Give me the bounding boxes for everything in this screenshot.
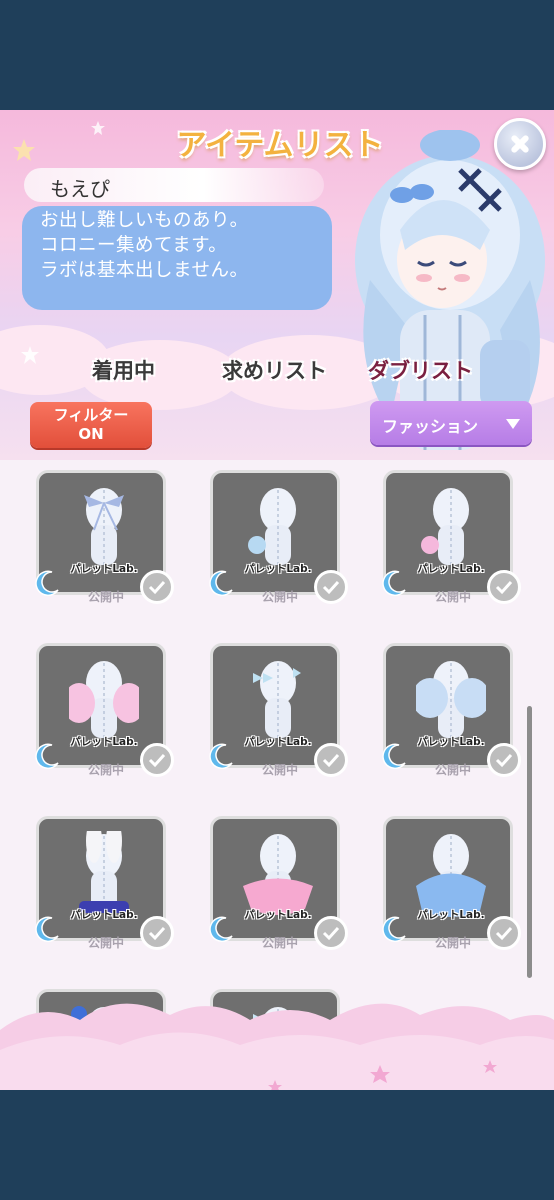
moon-icon <box>35 570 59 597</box>
tab-wish-list[interactable]: 求めリスト <box>222 355 327 391</box>
check-icon[interactable] <box>487 743 521 777</box>
filter-label: フィルター <box>53 406 129 424</box>
item-card[interactable]: パレットLab. 公開中 <box>35 643 174 777</box>
item-brand: パレットLab. <box>417 563 485 575</box>
tab-duplicate-list[interactable]: ダブリスト <box>368 355 473 391</box>
item-brand: パレットLab. <box>244 909 312 921</box>
check-icon[interactable] <box>140 916 174 950</box>
item-card[interactable]: パレットLab. 公開中 <box>35 816 174 950</box>
check-icon[interactable] <box>314 570 348 604</box>
item-status: 公開中 <box>262 763 299 777</box>
moon-icon <box>209 570 233 597</box>
filter-button[interactable]: フィルター ON <box>30 402 152 448</box>
item-status: 公開中 <box>262 936 299 950</box>
check-icon[interactable] <box>140 743 174 777</box>
item-brand: パレットLab. <box>244 563 312 575</box>
item-status: 公開中 <box>435 590 472 604</box>
moon-icon <box>209 916 233 943</box>
item-card[interactable]: パレットLab. 公開中 <box>209 643 348 777</box>
moon-icon <box>209 743 233 770</box>
user-name: もえぴ <box>50 177 110 201</box>
moon-icon <box>382 743 406 770</box>
profile-message: お出し難しいものあり。 コロニー集めてます。 ラボは基本出しません。 <box>40 210 249 281</box>
scrollbar[interactable] <box>527 706 532 978</box>
item-status: 公開中 <box>88 590 125 604</box>
item-brand: パレットLab. <box>244 736 312 748</box>
moon-icon <box>382 570 406 597</box>
item-status: 公開中 <box>88 763 125 777</box>
check-icon[interactable] <box>314 743 348 777</box>
check-icon[interactable] <box>487 916 521 950</box>
item-brand: パレットLab. <box>70 736 138 748</box>
item-brand: パレットLab. <box>70 909 138 921</box>
item-card[interactable]: パレットLab. 公開中 <box>382 643 521 777</box>
item-card[interactable]: パレットLab. 公開中 <box>35 470 174 604</box>
check-icon[interactable] <box>487 570 521 604</box>
star-icon <box>13 139 35 161</box>
item-card[interactable]: パレットLab. 公開中 <box>382 816 521 950</box>
filter-state: ON <box>78 425 104 443</box>
star-icon <box>91 121 105 135</box>
item-brand: パレットLab. <box>70 563 138 575</box>
moon-icon <box>35 916 59 943</box>
item-brand: パレットLab. <box>417 736 485 748</box>
category-select-value: ファッション <box>382 417 479 436</box>
tab-wearing[interactable]: 着用中 <box>92 355 155 391</box>
item-list-panel: アイテムリスト もえぴ お出し難しいものあり。 コロニー集めてます。 ラボは基本… <box>0 110 554 1090</box>
item-card[interactable]: パレットLab. 公開中 <box>209 816 348 950</box>
chevron-down-icon <box>506 419 520 429</box>
item-status: 公開中 <box>435 763 472 777</box>
item-card[interactable]: パレットLab. 公開中 <box>382 470 521 604</box>
bottom-area <box>0 1090 554 1200</box>
moon-icon <box>382 916 406 943</box>
item-brand: パレットLab. <box>417 909 485 921</box>
check-icon[interactable] <box>314 916 348 950</box>
moon-icon <box>35 743 59 770</box>
item-status: 公開中 <box>435 936 472 950</box>
check-icon[interactable] <box>140 570 174 604</box>
item-card[interactable]: パレットLab. 公開中 <box>209 470 348 604</box>
star-icon <box>21 346 39 364</box>
item-status: 公開中 <box>88 936 125 950</box>
cloud-decoration <box>0 1003 554 1090</box>
category-select[interactable]: ファッション <box>370 401 532 445</box>
top-status-area <box>0 0 554 110</box>
item-status: 公開中 <box>262 590 299 604</box>
